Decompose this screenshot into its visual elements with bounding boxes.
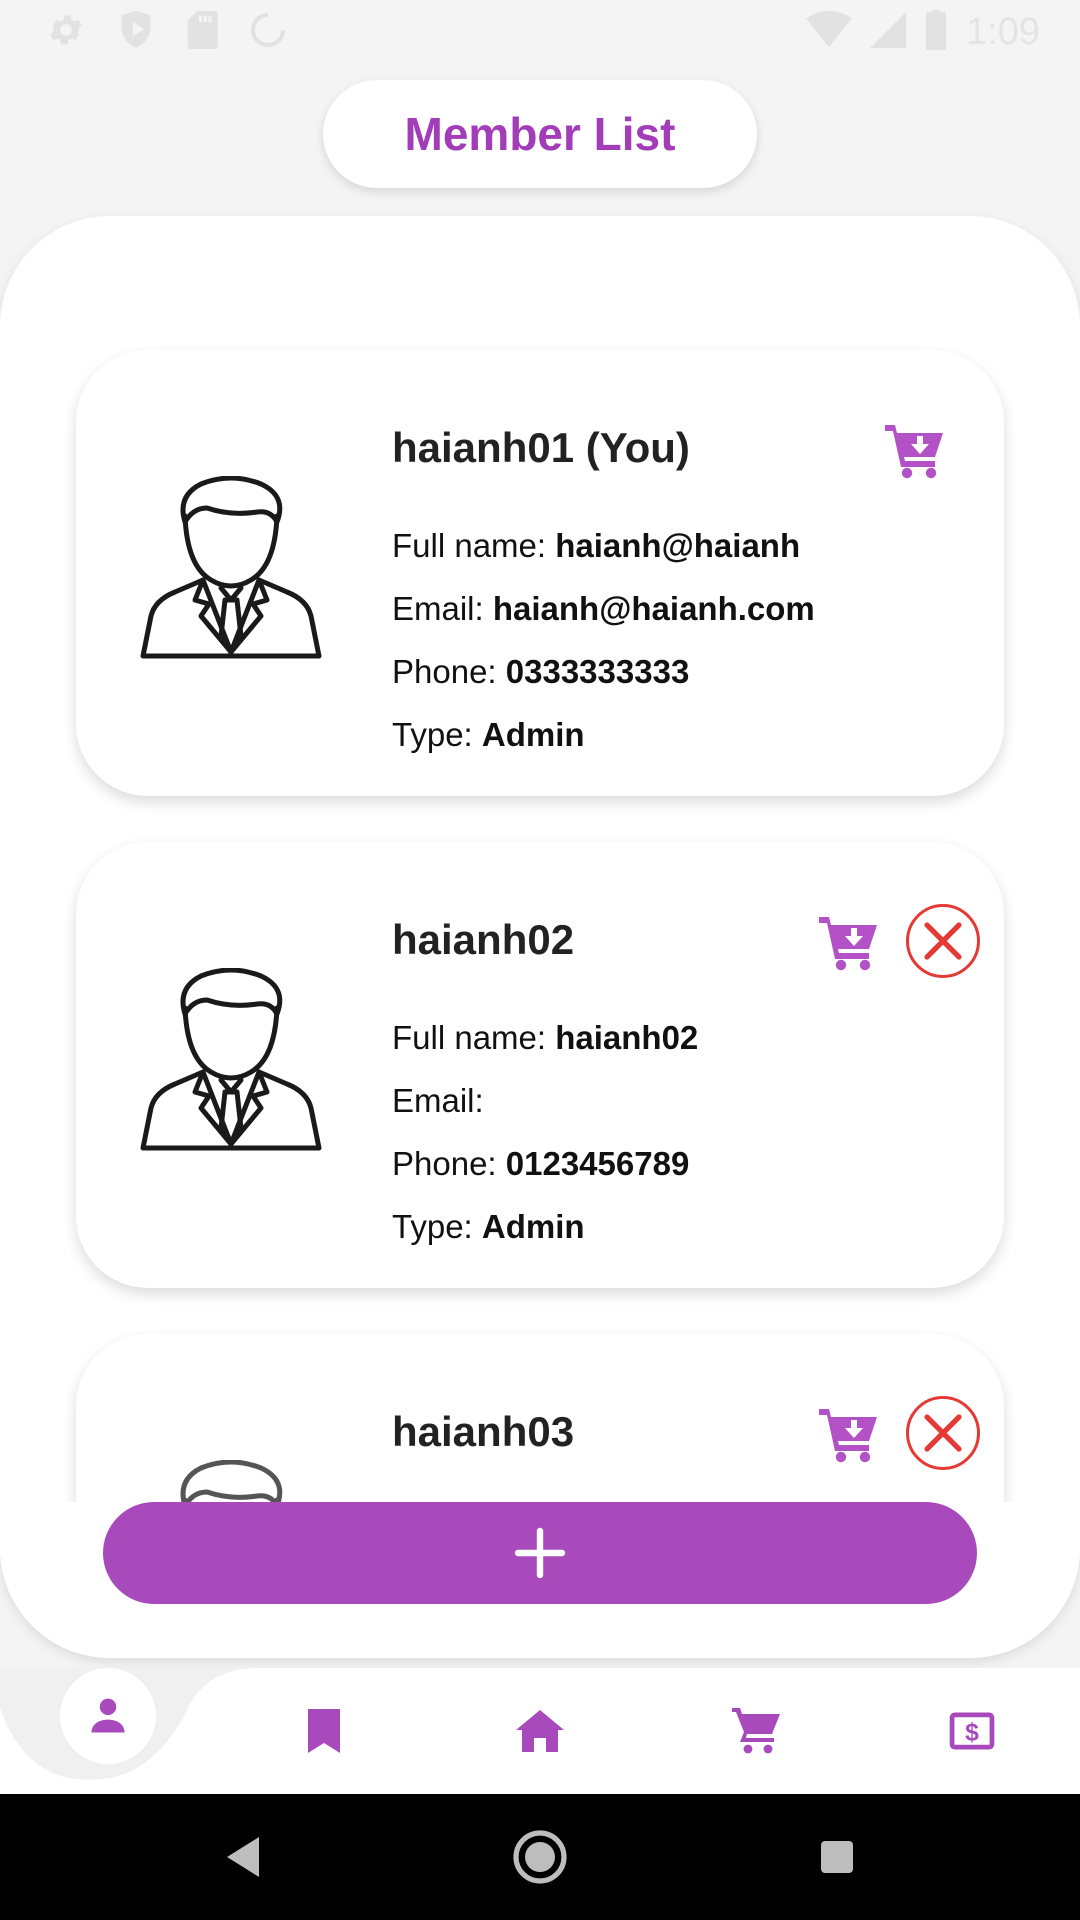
cart-icon [732, 1708, 780, 1754]
member-card[interactable]: haianh03 [76, 1334, 1004, 1502]
avatar [140, 475, 322, 662]
add-member-button[interactable] [103, 1502, 977, 1604]
member-card[interactable]: haianh02 Full name: haianh02 Email: Phon… [76, 842, 1004, 1288]
wifi-icon [806, 10, 852, 54]
cart-download-button[interactable] [816, 1402, 882, 1468]
recents-icon [821, 1841, 853, 1873]
email-value: haianh@haianh.com [492, 590, 815, 627]
cart-download-button[interactable] [816, 910, 882, 976]
gear-icon [46, 10, 86, 55]
member-card[interactable]: haianh01 (You) Full name: haianh@haianh … [76, 350, 1004, 796]
full-name-label: Full name: [392, 527, 556, 564]
member-username: haianh03 [392, 1408, 575, 1455]
type-label: Type: [392, 716, 482, 753]
page-title: Member List [323, 80, 757, 188]
battery-icon [924, 9, 948, 55]
delete-member-button[interactable] [906, 1396, 980, 1470]
member-list[interactable]: haianh01 (You) Full name: haianh@haianh … [0, 216, 1080, 1502]
back-icon [227, 1837, 259, 1877]
nav-item-members[interactable] [60, 1668, 156, 1764]
phone-label: Phone: [392, 653, 506, 690]
recents-button[interactable] [800, 1820, 874, 1894]
avatar [140, 967, 322, 1154]
close-icon [924, 922, 962, 960]
svg-text:$: $ [965, 1720, 979, 1747]
member-list-panel: haianh01 (You) Full name: haianh@haianh … [0, 216, 1080, 1658]
plus-icon [514, 1527, 566, 1579]
member-username: haianh02 [392, 916, 575, 963]
phone-value: 0123456789 [505, 1145, 690, 1182]
system-nav-bar [0, 1794, 1080, 1920]
bookmark-icon [308, 1709, 340, 1753]
type-value: Admin [481, 716, 585, 753]
type-label: Type: [392, 1208, 482, 1245]
nav-item-home[interactable] [480, 1668, 600, 1794]
signal-icon [870, 11, 907, 54]
full-name-value: haianh02 [555, 1019, 699, 1056]
nav-item-cart[interactable] [696, 1668, 816, 1794]
sync-icon [248, 10, 288, 55]
person-icon [91, 1698, 125, 1733]
member-username: haianh01 (You) [392, 424, 690, 471]
back-button[interactable] [206, 1820, 280, 1894]
email-label: Email: [392, 590, 493, 627]
full-name-value: haianh@haianh [555, 527, 801, 564]
type-value: Admin [481, 1208, 585, 1245]
phone-value: 0333333333 [505, 653, 690, 690]
cart-download-icon [819, 917, 877, 971]
status-bar: 1:09 [0, 0, 1080, 64]
phone-label: Phone: [392, 1145, 506, 1182]
full-name-label: Full name: [392, 1019, 556, 1056]
shield-play-icon [116, 9, 156, 56]
cart-download-icon [819, 1409, 877, 1463]
home-system-button[interactable] [503, 1820, 577, 1894]
member-info: Full name: haianh02 Email: Phone: 012345… [392, 1006, 698, 1258]
email-label: Email: [392, 1082, 484, 1119]
avatar [140, 1459, 322, 1502]
cart-download-button[interactable] [882, 418, 948, 484]
nav-item-bookmarks[interactable] [264, 1668, 384, 1794]
cart-download-icon [885, 425, 943, 479]
delete-member-button[interactable] [906, 904, 980, 978]
nav-item-payments[interactable]: $ [912, 1668, 1032, 1794]
status-time: 1:09 [966, 10, 1040, 53]
member-info: Full name: haianh@haianh Email: haianh@h… [392, 514, 815, 766]
home-circle-icon [513, 1830, 567, 1884]
bottom-nav: $ [0, 1668, 1080, 1794]
close-icon [924, 1414, 962, 1452]
sd-card-icon [186, 10, 218, 54]
home-icon [516, 1710, 564, 1752]
money-icon: $ [949, 1712, 995, 1750]
